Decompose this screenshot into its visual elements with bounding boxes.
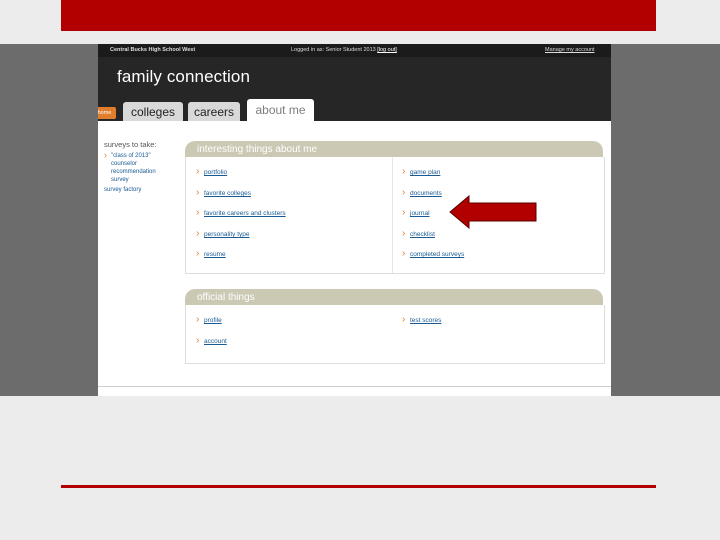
survey-item-line: "class of 2013" (111, 153, 151, 159)
slide-top-banner (61, 0, 656, 31)
survey-item-line: recommendation (111, 169, 156, 175)
tab-careers[interactable]: careers (188, 102, 240, 121)
brand-title: family connection (117, 67, 251, 86)
panel-official-header: official things (185, 289, 603, 305)
journal-link[interactable]: journal (402, 207, 430, 218)
login-status-text: Logged in as: Senior Student 2013 (291, 47, 376, 53)
profile-link[interactable]: profile (196, 314, 222, 325)
game-plan-link[interactable]: game plan (402, 166, 440, 177)
survey-item-class-of-2013[interactable]: "class of 2013" counselor recommendation… (104, 152, 184, 184)
logout-link[interactable]: [log out] (377, 47, 397, 53)
red-left-arrow-icon (449, 195, 537, 229)
survey-item-line: survey (111, 177, 129, 183)
test-scores-link[interactable]: test scores (402, 314, 441, 325)
surveys-sidebar: surveys to take: "class of 2013" counsel… (104, 140, 184, 193)
panel-interesting: portfolio favorite colleges favorite car… (185, 157, 605, 274)
surveys-title: surveys to take: (104, 140, 157, 149)
slide-bottom-rule (61, 485, 656, 488)
utility-bar: Central Bucks High School West Logged in… (98, 44, 611, 57)
site-header: Central Bucks High School West Logged in… (98, 44, 611, 122)
personality-type-link[interactable]: personality type (196, 228, 250, 239)
tab-about-me[interactable]: about me (247, 99, 314, 122)
column-divider (392, 157, 393, 273)
login-status: Logged in as: Senior Student 2013 [log o… (291, 47, 397, 53)
portfolio-link[interactable]: portfolio (196, 166, 227, 177)
tab-home[interactable]: home (98, 107, 116, 119)
account-link[interactable]: account (196, 335, 227, 346)
survey-factory-link[interactable]: survey factory (104, 187, 184, 193)
favorite-careers-link[interactable]: favorite careers and clusters (196, 207, 286, 218)
checklist-link[interactable]: checklist (402, 228, 435, 239)
completed-surveys-link[interactable]: completed surveys (402, 248, 464, 259)
resume-link[interactable]: resume (196, 248, 226, 259)
documents-link[interactable]: documents (402, 187, 442, 198)
survey-item-line: counselor (111, 161, 138, 167)
panel-official: profile account test scores (185, 305, 605, 364)
manage-account-link[interactable]: Manage my account (545, 47, 595, 53)
page-bottom-border (98, 386, 611, 387)
tab-colleges[interactable]: colleges (123, 102, 183, 121)
panel-interesting-header: interesting things about me (185, 141, 603, 157)
favorite-colleges-link[interactable]: favorite colleges (196, 187, 251, 198)
school-name: Central Bucks High School West (110, 47, 196, 53)
